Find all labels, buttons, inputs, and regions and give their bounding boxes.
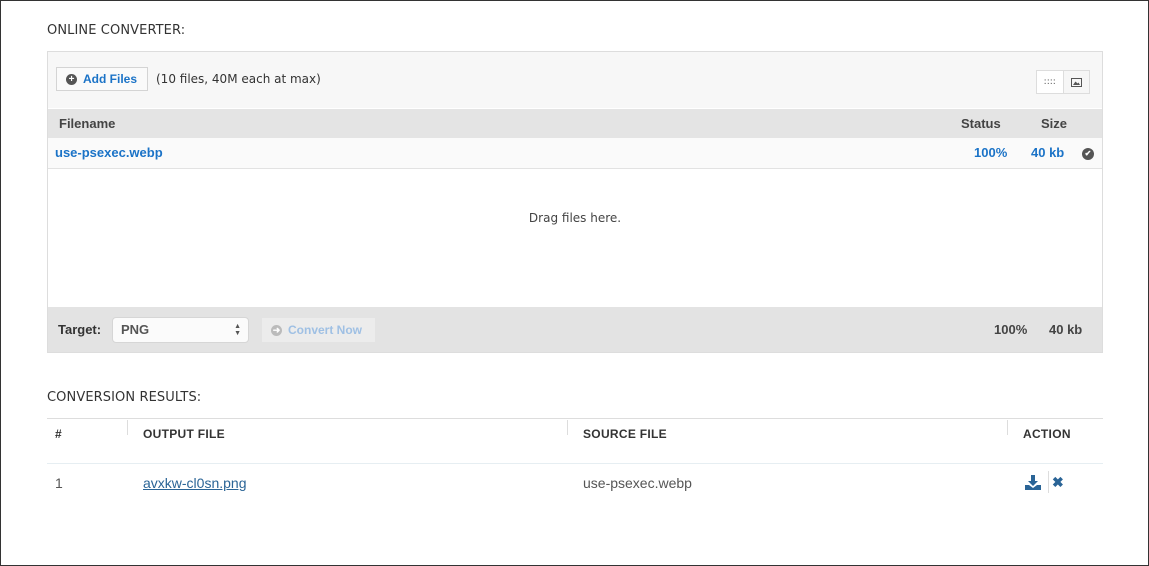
results-row: 1 avxkw-cl0sn.png use-psexec.webp ✖ [47,463,1103,503]
file-row[interactable]: use-psexec.webp 100% 40 kb ✔ [48,138,1102,169]
file-size: 40 kb [1031,145,1065,160]
target-format-value: PNG [121,322,150,337]
list-view-icon[interactable]: :::: [1037,71,1063,93]
size-column-header: Size [1041,116,1068,131]
file-status: 100% [974,145,1008,160]
plus-icon: + [66,73,77,85]
converter-toolbar: + Add Files (10 files, 40M each at max) … [48,52,1102,108]
total-status: 100% [994,322,1028,337]
check-circle-icon: ✔ [1082,148,1094,160]
target-format-select[interactable]: PNG ▲ ▼ [112,317,249,343]
file-name: use-psexec.webp [55,145,163,160]
convert-now-label: Convert Now [288,323,363,337]
results-header: # OUTPUT FILE SOURCE FILE ACTION [47,418,1103,464]
num-column-header: # [55,427,62,441]
source-file: use-psexec.webp [583,475,692,491]
view-toggle: :::: [1036,70,1090,94]
action-divider [1048,471,1049,493]
drop-zone-text: Drag files here. [528,211,622,225]
delete-icon[interactable]: ✖ [1052,474,1064,491]
file-list-header: Filename Status Size [48,109,1102,138]
add-files-button[interactable]: + Add Files [56,67,148,91]
row-number: 1 [55,475,63,491]
file-limit-text: (10 files, 40M each at max) [156,72,321,86]
converter-panel: + Add Files (10 files, 40M each at max) … [47,51,1103,353]
converter-title: ONLINE CONVERTER: [47,23,186,38]
download-icon[interactable] [1025,475,1041,493]
select-arrows-icon: ▲ ▼ [234,323,241,337]
output-file-link[interactable]: avxkw-cl0sn.png [143,475,247,491]
column-divider [1007,420,1008,435]
filename-column-header: Filename [59,116,116,131]
arrow-right-icon: ➜ [271,324,282,336]
converter-footer: Target: PNG ▲ ▼ ➜ Convert Now 100% 40 kb [48,307,1102,352]
target-label: Target: [58,322,102,337]
action-column-header: ACTION [1023,427,1071,441]
source-column-header: SOURCE FILE [583,427,667,441]
column-divider [127,420,128,435]
output-column-header: OUTPUT FILE [143,427,225,441]
column-divider [567,420,568,435]
status-column-header: Status [961,116,1001,131]
thumbnail-view-icon[interactable] [1062,71,1089,93]
convert-now-button[interactable]: ➜ Convert Now [262,318,375,342]
drop-zone[interactable]: Drag files here. [48,169,1102,306]
total-size: 40 kb [1049,322,1083,337]
add-files-label: Add Files [83,72,138,86]
results-title: CONVERSION RESULTS: [47,390,202,405]
